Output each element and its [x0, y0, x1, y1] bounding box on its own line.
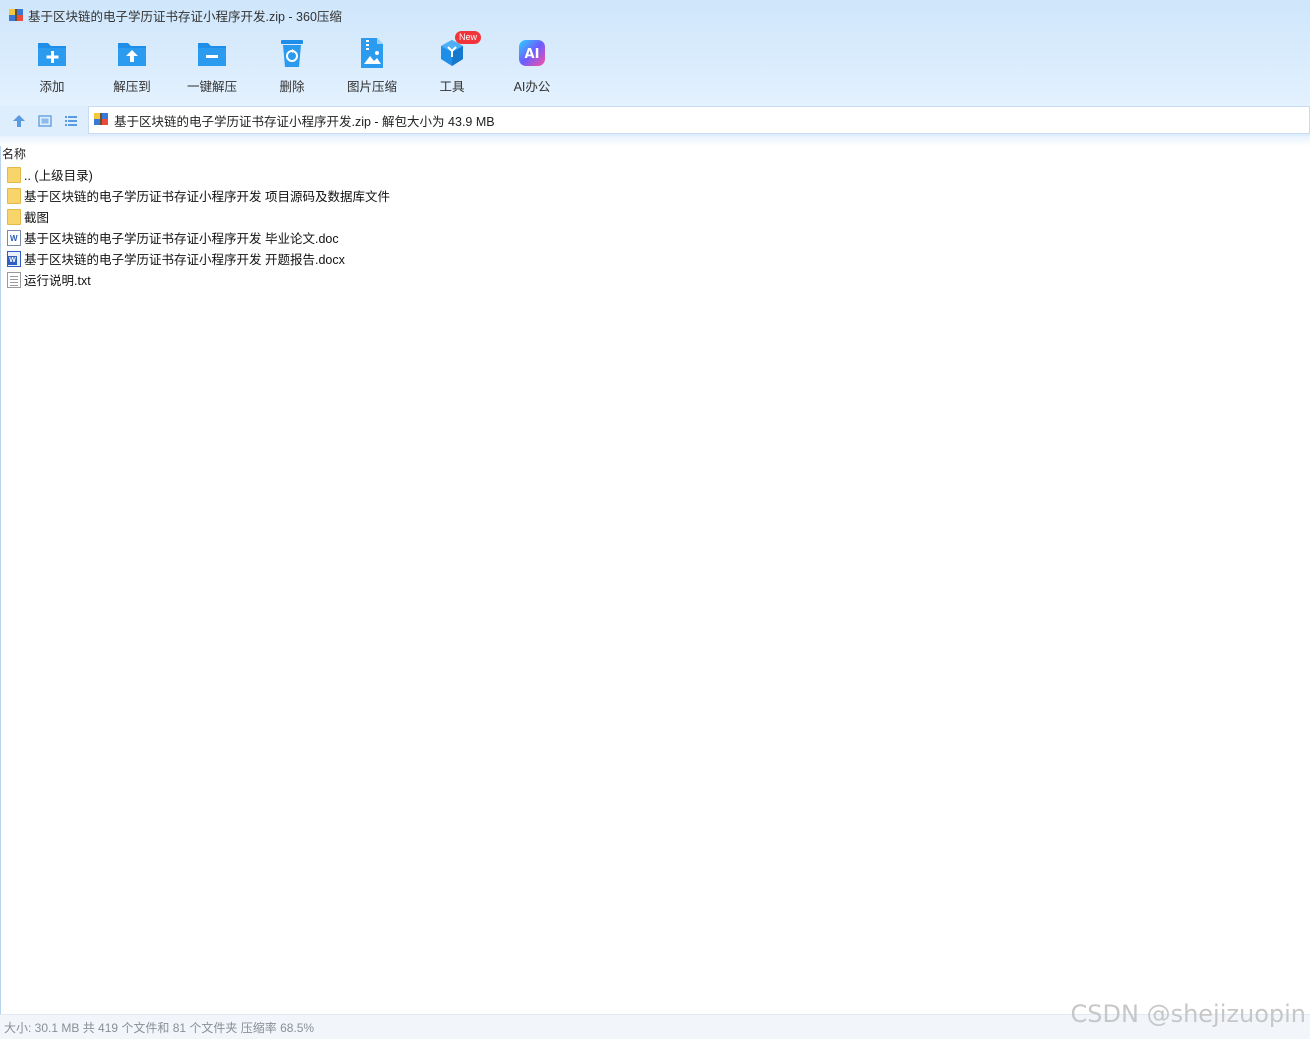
header-area: 基于区块链的电子学历证书存证小程序开发.zip - 360压缩 添加 解压到 一…: [0, 0, 1310, 106]
main-toolbar: 添加 解压到 一键解压 删除 图片压缩 New 工具 AI AI办公: [12, 31, 572, 96]
list-item[interactable]: 运行说明.txt: [1, 269, 1310, 290]
file-name: 基于区块链的电子学历证书存证小程序开发 项目源码及数据库文件: [24, 190, 390, 204]
up-arrow-icon[interactable]: [6, 108, 32, 134]
archive-file-icon: [93, 111, 109, 130]
divider-shade: [0, 136, 1310, 146]
delete-button[interactable]: 删除: [252, 36, 332, 96]
image-compress-icon: [355, 36, 389, 70]
ai-office-icon: AI: [515, 36, 549, 70]
file-name: 基于区块链的电子学历证书存证小程序开发 毕业论文.doc: [24, 232, 339, 246]
text-file-icon: [7, 271, 21, 288]
add-label: 添加: [39, 80, 65, 94]
one-click-extract-label: 一键解压: [186, 80, 237, 94]
add-folder-icon: [35, 36, 69, 70]
svg-text:AI: AI: [525, 47, 540, 62]
tools-button[interactable]: New 工具: [412, 31, 492, 96]
image-compress-label: 图片压缩: [346, 80, 397, 94]
folder-icon: [7, 166, 21, 183]
folder-icon: [7, 187, 21, 204]
extract-to-icon: [115, 36, 149, 70]
navigation-row: 基于区块链的电子学历证书存证小程序开发.zip - 解包大小为 43.9 MB: [0, 106, 1310, 136]
file-name: 截图: [24, 211, 50, 225]
delete-label: 删除: [279, 80, 305, 94]
list-item[interactable]: 截图: [1, 206, 1310, 227]
file-name: 运行说明.txt: [24, 274, 91, 288]
ai-office-label: AI办公: [513, 80, 551, 94]
file-name: 基于区块链的电子学历证书存证小程序开发 开题报告.docx: [24, 253, 345, 267]
list-item-parent-dir[interactable]: .. (上级目录): [1, 164, 1310, 185]
title-bar: 基于区块链的电子学历证书存证小程序开发.zip - 360压缩: [0, 0, 1310, 30]
image-compress-button[interactable]: 图片压缩: [332, 36, 412, 96]
file-name: .. (上级目录): [24, 169, 93, 183]
folder-icon: [7, 208, 21, 225]
list-item[interactable]: W 基于区块链的电子学历证书存证小程序开发 毕业论文.doc: [1, 227, 1310, 248]
word-docx-icon: W: [7, 250, 21, 267]
add-button[interactable]: 添加: [12, 36, 92, 96]
word-doc-icon: W: [7, 229, 21, 246]
address-text: 基于区块链的电子学历证书存证小程序开发.zip - 解包大小为 43.9 MB: [114, 114, 495, 129]
view-list-icon[interactable]: [58, 108, 84, 134]
ai-office-button[interactable]: AI AI办公: [492, 36, 572, 96]
file-list: 名称 .. (上级目录) 基于区块链的电子学历证书存证小程序开发 项目源码及数据…: [0, 146, 1310, 1014]
list-item[interactable]: 基于区块链的电子学历证书存证小程序开发 项目源码及数据库文件: [1, 185, 1310, 206]
column-header-name[interactable]: 名称: [1, 146, 1310, 164]
tools-label: 工具: [439, 80, 465, 94]
extract-to-button[interactable]: 解压到: [92, 36, 172, 96]
extract-to-label: 解压到: [113, 80, 151, 94]
view-thumbnail-icon[interactable]: [32, 108, 58, 134]
address-bar[interactable]: 基于区块链的电子学历证书存证小程序开发.zip - 解包大小为 43.9 MB: [88, 106, 1310, 134]
recycle-bin-icon: [275, 36, 309, 70]
status-text: 大小: 30.1 MB 共 419 个文件和 81 个文件夹 压缩率 68.5%: [4, 1020, 315, 1035]
window-title: 基于区块链的电子学历证书存证小程序开发.zip - 360压缩: [28, 9, 342, 24]
archive-app-icon: [8, 7, 24, 23]
app-window: 基于区块链的电子学历证书存证小程序开发.zip - 360压缩 添加 解压到 一…: [0, 0, 1310, 1039]
one-click-extract-icon: [195, 36, 229, 70]
one-click-extract-button[interactable]: 一键解压: [172, 36, 252, 96]
new-badge: New: [455, 31, 482, 44]
list-item[interactable]: W 基于区块链的电子学历证书存证小程序开发 开题报告.docx: [1, 248, 1310, 269]
watermark: CSDN @shejizuopin: [1070, 1000, 1306, 1028]
